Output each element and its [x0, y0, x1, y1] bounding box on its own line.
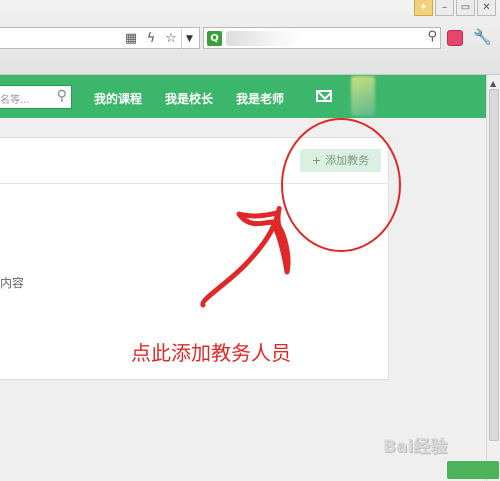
- site-search-input[interactable]: 名等... ⚲: [0, 85, 72, 109]
- panel-divider: [0, 183, 389, 184]
- empty-content-text: 内容: [0, 276, 25, 290]
- close-icon[interactable]: ✕: [477, 0, 496, 16]
- minimize-icon[interactable]: –: [435, 0, 454, 16]
- window-controls: ✦ – ▭ ✕: [414, 0, 496, 18]
- top-nav: 名等... ⚲ 我的课程 我是校长 我是老师: [0, 75, 486, 118]
- extension-icon[interactable]: [447, 30, 463, 46]
- page-scrollbar[interactable]: ▲: [486, 75, 500, 481]
- browser-chrome: ✦ – ▭ ✕ ▦ ϟ ☆ ▼ Q ⚲ 🔧: [0, 0, 500, 75]
- blurred-search-text: [226, 31, 301, 46]
- add-staff-button[interactable]: + 添加教务: [300, 149, 381, 172]
- settings-wrench-icon[interactable]: 🔧: [473, 28, 492, 46]
- nav-teacher[interactable]: 我是老师: [236, 90, 284, 107]
- address-bar[interactable]: ▦ ϟ ☆ ▼: [0, 27, 200, 49]
- annotation-text: 点此添加教务人员: [131, 341, 291, 365]
- baidu-watermark: Bai经验: [383, 437, 448, 457]
- nav-my-courses[interactable]: 我的课程: [94, 90, 142, 107]
- page-viewport: 名等... ⚲ 我的课程 我是校长 我是老师 + 添加教务 内容: [0, 75, 486, 481]
- scroll-thumb[interactable]: [489, 89, 499, 441]
- skin-icon[interactable]: ✦: [414, 0, 433, 16]
- avatar[interactable]: [351, 76, 375, 116]
- address-row: ▦ ϟ ☆ ▼ Q ⚲: [0, 27, 500, 51]
- lightning-icon[interactable]: ϟ: [143, 31, 159, 47]
- nav-principal[interactable]: 我是校长: [165, 90, 213, 107]
- search-icon[interactable]: ⚲: [427, 29, 437, 44]
- qr-code-icon[interactable]: ▦: [123, 31, 139, 47]
- star-icon[interactable]: ☆: [163, 31, 179, 47]
- address-dropdown-button[interactable]: ▼: [181, 29, 197, 49]
- mail-icon[interactable]: [316, 90, 332, 102]
- browser-search-bar[interactable]: Q ⚲: [203, 27, 441, 49]
- search-icon[interactable]: ⚲: [57, 88, 67, 104]
- search-engine-icon[interactable]: Q: [207, 31, 222, 46]
- add-staff-label: 添加教务: [325, 154, 370, 167]
- watermark-badge: [447, 461, 499, 479]
- maximize-icon[interactable]: ▭: [456, 0, 475, 16]
- plus-icon: +: [311, 154, 322, 167]
- search-placeholder: 名等...: [0, 95, 30, 106]
- scroll-up-icon[interactable]: ▲: [490, 79, 496, 88]
